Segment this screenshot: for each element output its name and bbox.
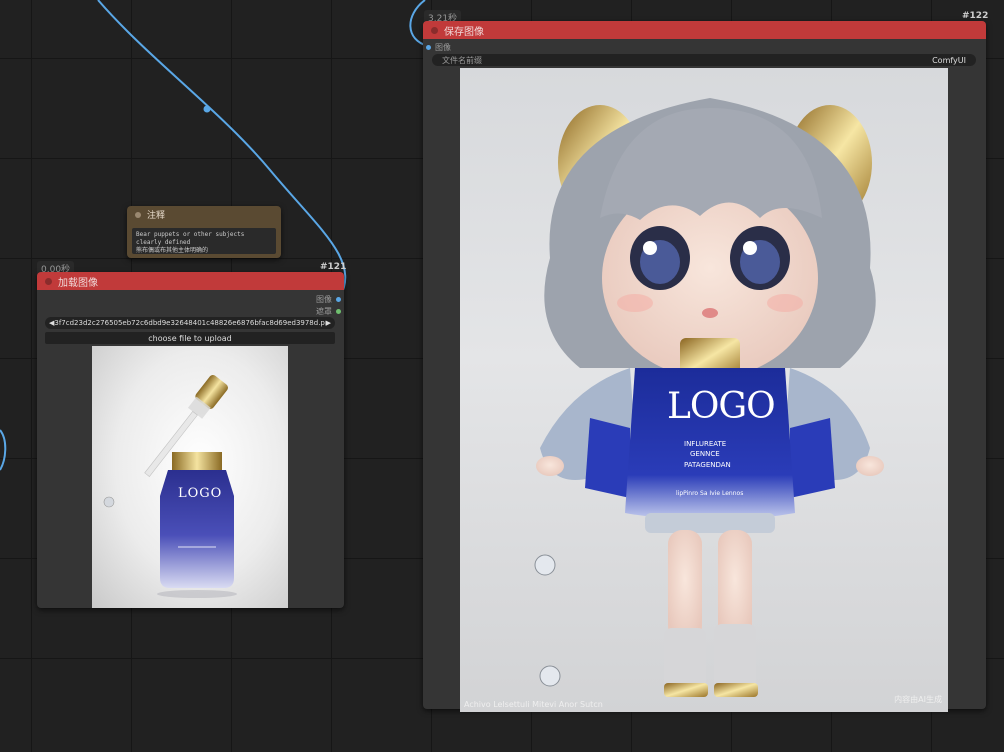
bottle-logo-text: LOGO bbox=[178, 486, 223, 501]
watermark-left: Achivo Lelsettuli Mitevi Anor Sutcn bbox=[464, 700, 603, 709]
save-node-header[interactable]: 保存图像 bbox=[423, 21, 986, 39]
wire-reroute-point bbox=[203, 105, 211, 113]
note-text-line1: Bear puppets or other subjects clearly d… bbox=[136, 231, 245, 246]
note-textarea[interactable]: Bear puppets or other subjects clearly d… bbox=[132, 228, 276, 254]
output-mask-label: 遮罩 bbox=[316, 307, 332, 316]
input-image[interactable]: 图像 bbox=[426, 42, 451, 53]
save-image-preview: LOGO INFLUREATE GENNCE PATAGENDAN lipPin… bbox=[460, 68, 948, 712]
collapse-dot-icon[interactable] bbox=[135, 211, 141, 218]
prefix-label: 文件名前缀 bbox=[442, 55, 482, 65]
prefix-value: ComfyUI bbox=[932, 55, 966, 65]
serum-bottle-image bbox=[103, 375, 237, 598]
shirt-text-line1: INFLUREATE bbox=[684, 440, 727, 448]
shirt-logo-text: LOGO bbox=[667, 386, 776, 427]
load-node-id: #121 bbox=[320, 262, 347, 272]
filename-value: 3f7cd23d2c276505eb72c6dbd9e32648401c4882… bbox=[54, 319, 326, 327]
note-node[interactable]: 注释 Bear puppets or other subjects clearl… bbox=[127, 206, 281, 258]
note-text-line2: 熊布偶或布其他主体明确的 bbox=[136, 247, 209, 254]
shirt-text-line4: lipPinro Sa Ivie Lennos bbox=[676, 490, 744, 497]
collapse-dot-icon[interactable] bbox=[431, 26, 438, 34]
arrow-right-icon[interactable]: ▶ bbox=[326, 319, 331, 327]
node-canvas[interactable]: 注释 Bear puppets or other subjects clearl… bbox=[0, 0, 1004, 752]
output-image[interactable]: 图像 bbox=[316, 294, 341, 305]
load-node-title: 加载图像 bbox=[58, 277, 98, 289]
input-port-icon[interactable] bbox=[426, 45, 431, 50]
input-image-label: 图像 bbox=[435, 43, 451, 52]
load-node-header[interactable]: 加载图像 bbox=[37, 272, 344, 290]
watermark-right: 内容由AI生成 bbox=[894, 695, 942, 704]
filename-prefix-field[interactable]: 文件名前缀 ComfyUI bbox=[432, 54, 976, 66]
shirt-text-line2: GENNCE bbox=[690, 450, 720, 458]
save-node-id: #122 bbox=[962, 11, 989, 21]
shirt-text-line3: PATAGENDAN bbox=[684, 461, 731, 469]
note-node-title: 注释 bbox=[147, 211, 166, 221]
image-filename-combo[interactable]: ◀ 3f7cd23d2c276505eb72c6dbd9e32648401c48… bbox=[45, 317, 335, 329]
save-node-title: 保存图像 bbox=[444, 26, 484, 38]
load-image-preview: LOGO bbox=[92, 346, 288, 608]
choose-file-button[interactable]: choose file to upload bbox=[45, 332, 335, 344]
note-node-header[interactable]: 注释 bbox=[127, 206, 281, 223]
output-image-label: 图像 bbox=[316, 295, 332, 304]
wire-left-edge bbox=[0, 429, 7, 471]
choose-file-label: choose file to upload bbox=[148, 333, 232, 343]
output-port-icon[interactable] bbox=[336, 297, 341, 302]
collapse-dot-icon[interactable] bbox=[45, 277, 52, 285]
output-port-icon[interactable] bbox=[336, 309, 341, 314]
output-mask[interactable]: 遮罩 bbox=[316, 306, 341, 317]
